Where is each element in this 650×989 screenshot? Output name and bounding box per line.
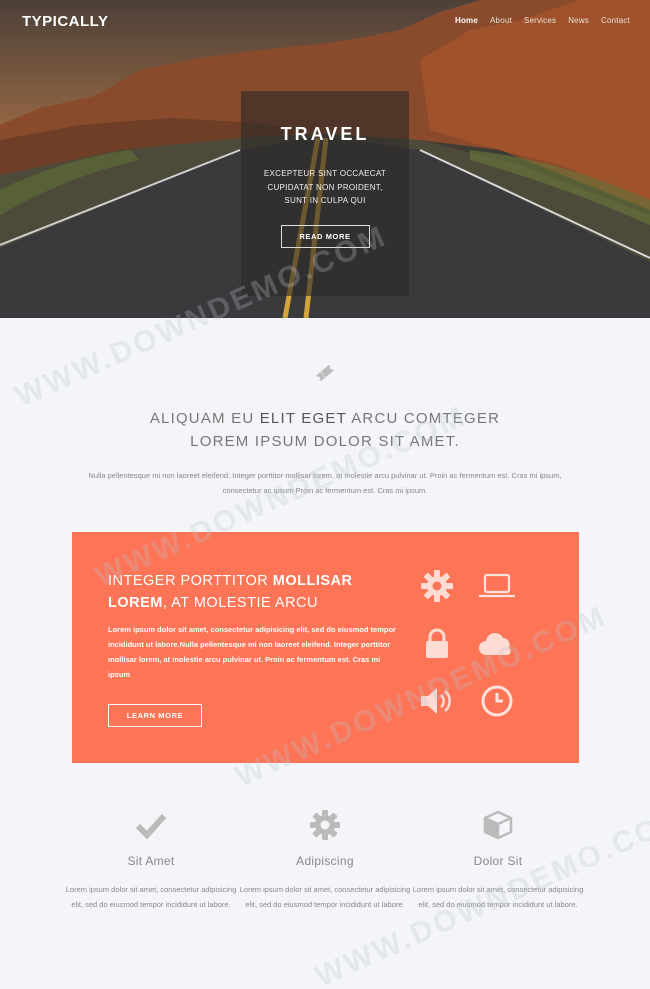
feature-text: Lorem ipsum dolor sit amet, consectetur … <box>412 885 584 909</box>
lock-icon <box>426 628 448 658</box>
main-nav: Home About Services News Contact <box>443 16 630 25</box>
brand-logo[interactable]: TYPICALLY <box>22 13 108 30</box>
cloud-icon <box>479 633 511 655</box>
panel-heading: INTEGER PORTTITOR MOLLISAR LOREM, AT MOL… <box>108 573 353 611</box>
gear-icon <box>421 570 453 602</box>
nav-about[interactable]: About <box>490 16 512 25</box>
hero-section: TYPICALLY Home About Services News Conta… <box>0 0 650 318</box>
hero-title: TRAVEL <box>280 124 370 144</box>
nav-news[interactable]: News <box>568 16 589 25</box>
feature-sit-amet: Sit Amet Lorem ipsum dolor sit amet, con… <box>64 808 238 912</box>
feature-panel: INTEGER PORTTITOR MOLLISAR LOREM, AT MOL… <box>72 532 579 763</box>
feature-dolor-sit: Dolor Sit Lorem ipsum dolor sit amet, co… <box>411 808 585 912</box>
ticket-icon <box>316 364 334 382</box>
check-icon <box>135 813 167 839</box>
hero-text: EXCEPTEUR SINT OCCAECAT CUPIDATAT NON PR… <box>263 169 387 205</box>
intro-paragraph: Nulla pellentesque mi non laoreet eleife… <box>88 471 562 495</box>
learn-more-button[interactable]: LEARN MORE <box>108 704 202 727</box>
intro-heading: ALIQUAM EU ELIT EGET ARCU COMTEGER LOREM… <box>149 410 501 450</box>
nav-home[interactable]: Home <box>455 16 478 25</box>
feature-title: Adipiscing <box>296 854 354 868</box>
feature-text: Lorem ipsum dolor sit amet, consectetur … <box>239 885 411 909</box>
feature-text: Lorem ipsum dolor sit amet, consectetur … <box>65 885 237 909</box>
nav-services[interactable]: Services <box>524 16 556 25</box>
laptop-icon <box>479 573 515 598</box>
cube-icon <box>483 810 513 840</box>
panel-paragraph: Lorem ipsum dolor sit amet, consectetur … <box>108 625 396 679</box>
nav-contact[interactable]: Contact <box>601 16 630 25</box>
feature-title: Dolor Sit <box>473 854 523 868</box>
hero-caption-box: TRAVEL EXCEPTEUR SINT OCCAECAT CUPIDATAT… <box>241 91 409 296</box>
gear-icon <box>310 810 340 840</box>
speaker-icon <box>421 688 451 714</box>
feature-title: Sit Amet <box>127 854 175 868</box>
clock-icon <box>481 685 513 717</box>
read-more-button[interactable]: READ MORE <box>280 224 370 248</box>
feature-adipiscing: Adipiscing Lorem ipsum dolor sit amet, c… <box>238 808 412 912</box>
